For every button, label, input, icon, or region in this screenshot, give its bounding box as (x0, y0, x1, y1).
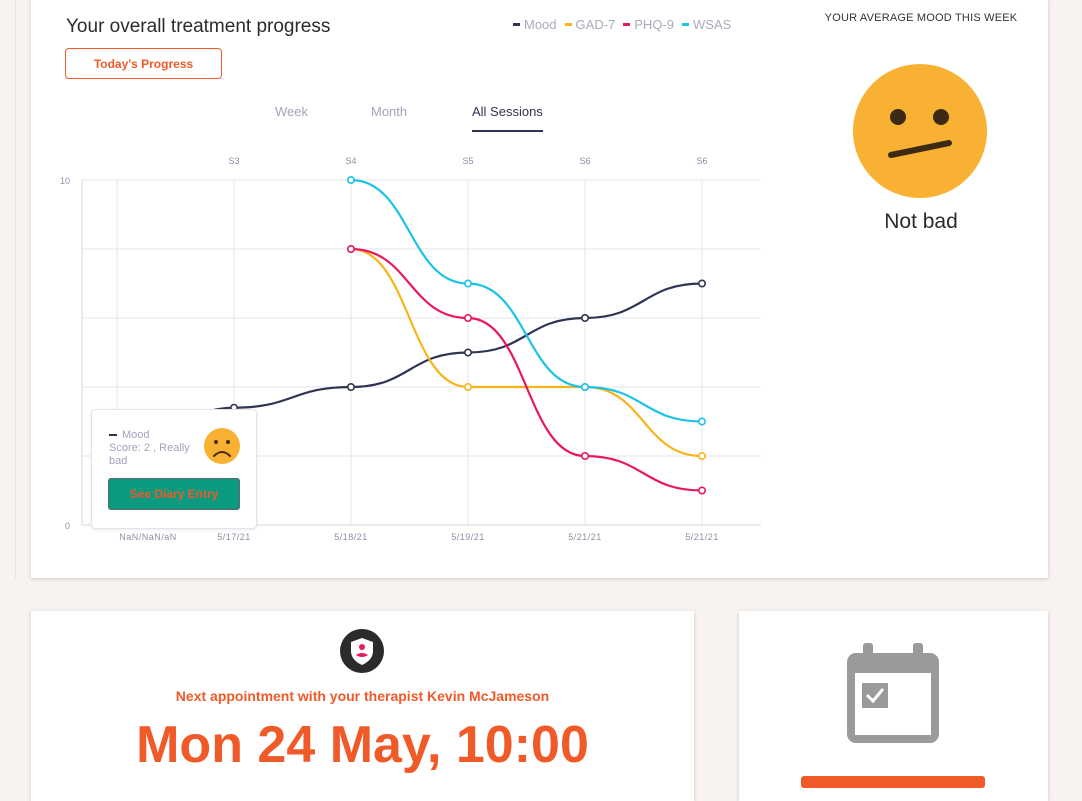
shield-icon (340, 629, 384, 673)
neutral-face-icon (853, 64, 987, 198)
x-tick-label: 5/21/21 (685, 532, 719, 542)
y-tick-label: 0 (65, 521, 70, 531)
x-tick-label: 5/18/21 (334, 532, 368, 542)
tooltip-score: Score: 2 , Really bad (109, 442, 190, 467)
y-tick-label: 10 (60, 176, 70, 186)
session-label: S6 (696, 156, 707, 166)
average-mood-title: YOUR AVERAGE MOOD THIS WEEK (824, 12, 1018, 24)
data-point-phq-9 (697, 486, 706, 495)
data-point-phq-9 (346, 245, 355, 254)
series-line-gad-7 (350, 247, 703, 458)
data-point-mood (463, 348, 472, 357)
tooltip-series-label: Mood (122, 429, 150, 441)
x-tick-label: 5/21/21 (568, 532, 602, 542)
calendar-action-button[interactable] (801, 776, 985, 788)
x-tick-label: NaN/NaN/aN (119, 532, 177, 542)
session-label: S3 (228, 156, 239, 166)
divider (15, 0, 16, 578)
data-point-mood (580, 313, 589, 322)
calendar-card (739, 611, 1048, 801)
calendar-check-icon (847, 643, 939, 743)
appointment-date: Mon 24 May, 10:00 (136, 716, 589, 774)
data-point-phq-9 (580, 451, 589, 460)
x-tick-label: 5/17/21 (217, 532, 251, 542)
treatment-progress-card: Your overall treatment progress Today's … (31, 0, 1048, 578)
data-point-gad-7 (463, 382, 472, 391)
data-point-wsas (580, 382, 589, 391)
session-label: S4 (345, 156, 356, 166)
data-point-wsas (346, 176, 355, 185)
appointment-card: Next appointment with your therapist Kev… (31, 611, 694, 801)
tooltip-swatch (109, 434, 117, 436)
x-tick-label: 5/19/21 (451, 532, 485, 542)
data-point-wsas (463, 279, 472, 288)
data-point-mood (346, 382, 355, 391)
average-mood-label: Not bad (884, 210, 958, 233)
tooltip-series: Mood (109, 429, 150, 441)
data-point-wsas (697, 417, 706, 426)
data-point-phq-9 (463, 313, 472, 322)
next-appointment-text: Next appointment with your therapist Kev… (175, 688, 550, 704)
data-point-mood (697, 279, 706, 288)
see-diary-entry-button[interactable]: See Diary Entry (108, 478, 240, 510)
series-line-phq-9 (350, 247, 703, 492)
data-point-gad-7 (697, 451, 706, 460)
session-label: S6 (579, 156, 590, 166)
session-label: S5 (462, 156, 473, 166)
sad-face-icon (204, 428, 240, 464)
mood-tooltip: Mood Score: 2 , Really bad See Diary Ent… (91, 409, 257, 529)
